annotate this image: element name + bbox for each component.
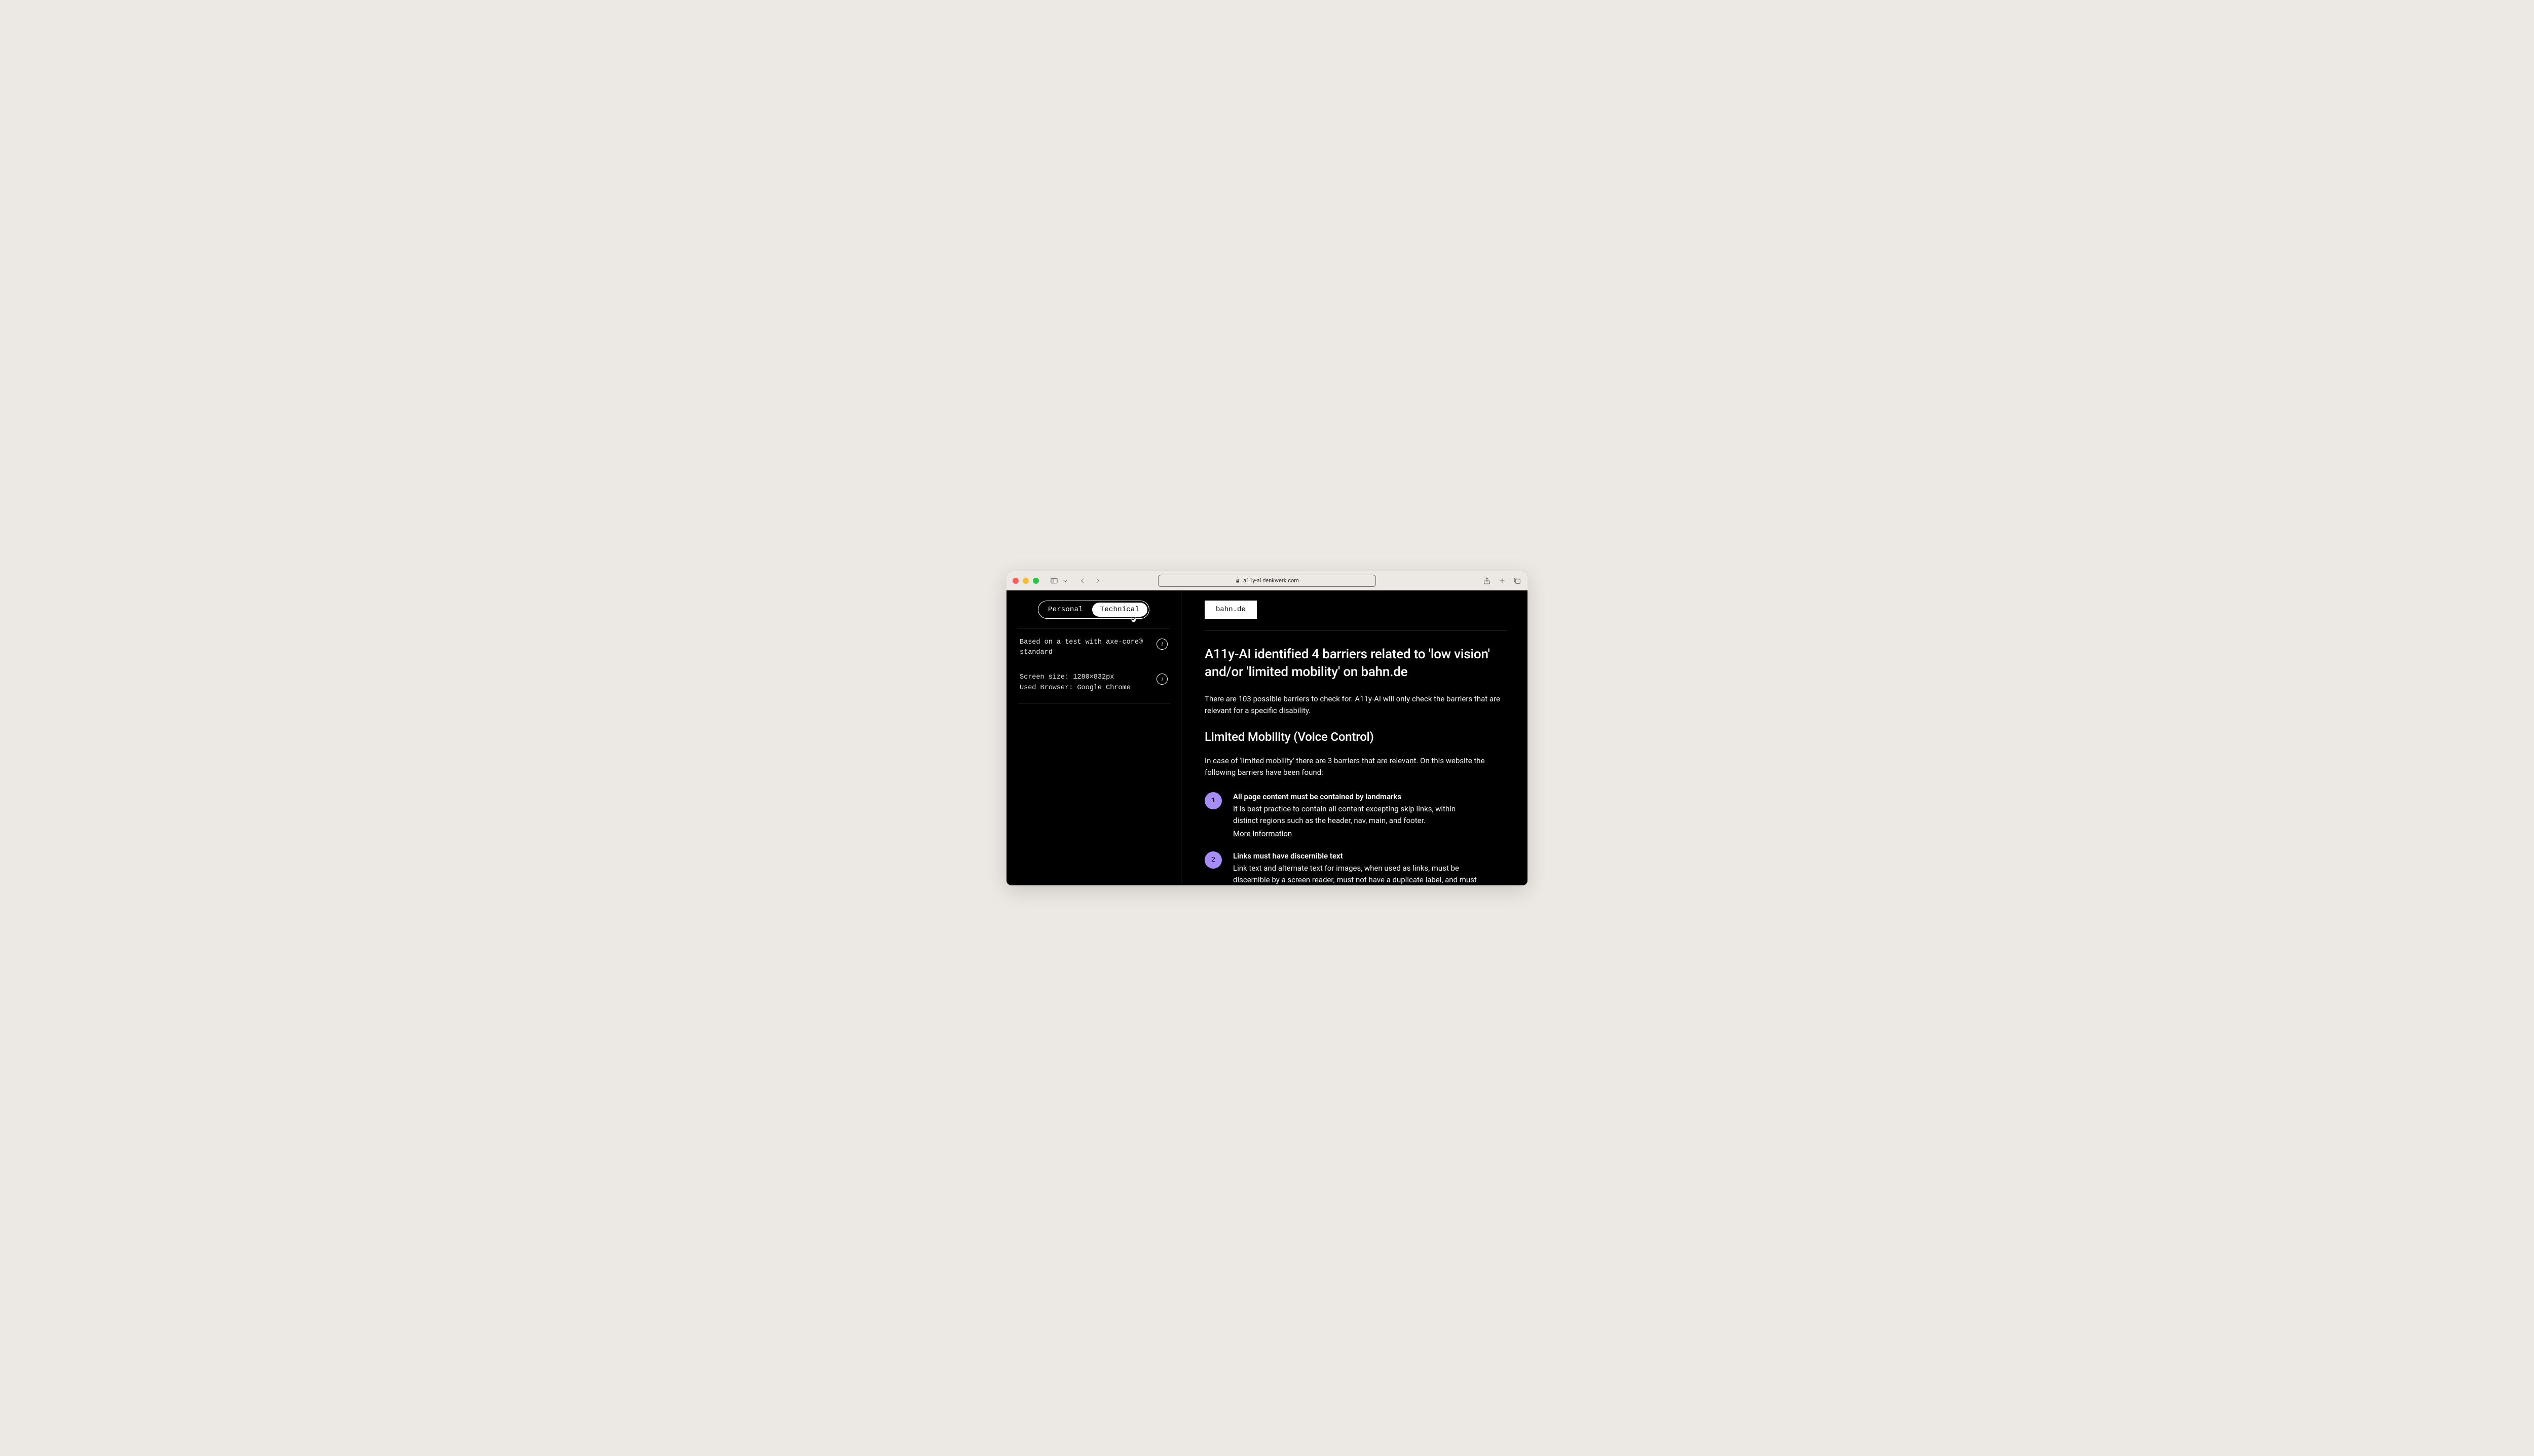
barrier-desc: It is best practice to contain all conte… — [1233, 803, 1481, 827]
barrier-list: 1 All page content must be contained by … — [1205, 792, 1507, 885]
close-window-button[interactable] — [1013, 578, 1019, 584]
env-row: Screen size: 1280×832px Used Browser: Go… — [1018, 667, 1170, 703]
sidebar-toggle-icon[interactable] — [1050, 577, 1058, 585]
page-headline: A11y-AI identified 4 barriers related to… — [1205, 646, 1507, 681]
titlebar-right — [1483, 577, 1521, 585]
tab-technical[interactable]: Technical — [1092, 603, 1147, 617]
tab-personal[interactable]: Personal — [1040, 603, 1091, 617]
barrier-title: All page content must be contained by la… — [1233, 792, 1481, 801]
cursor-pointer-icon — [1129, 614, 1138, 623]
env-browser: Used Browser: Google Chrome — [1020, 683, 1131, 694]
share-icon[interactable] — [1483, 577, 1491, 585]
env-screen-size: Screen size: 1280×832px — [1020, 673, 1131, 683]
url-text: a11y-ai.denkwerk.com — [1243, 577, 1299, 584]
zoom-window-button[interactable] — [1033, 578, 1039, 584]
section-title: Limited Mobility (Voice Control) — [1205, 730, 1507, 744]
barrier-title: Links must have discernible text — [1233, 851, 1481, 861]
page-content: Personal Technical Based on a test with … — [1007, 590, 1527, 885]
tabs-overview-icon[interactable] — [1513, 577, 1521, 585]
barrier-number: 1 — [1205, 792, 1222, 809]
more-information-link[interactable]: More Information — [1233, 829, 1292, 838]
view-toggle: Personal Technical — [1038, 601, 1149, 619]
back-button[interactable] — [1078, 577, 1087, 585]
barrier-number: 2 — [1205, 851, 1222, 869]
test-basis-text: Based on a test with axe-core® standard — [1020, 638, 1149, 659]
barrier-item: 2 Links must have discernible text Link … — [1205, 851, 1507, 885]
sidebar-controls — [1050, 577, 1069, 585]
urlbar-wrap: a11y-ai.denkwerk.com — [1158, 575, 1376, 587]
section-intro: In case of 'limited mobility' there are … — [1205, 755, 1507, 779]
forward-button[interactable] — [1094, 577, 1102, 585]
info-button-test-basis[interactable]: i — [1157, 639, 1168, 650]
info-button-env[interactable]: i — [1157, 674, 1168, 685]
barrier-item: 1 All page content must be contained by … — [1205, 792, 1507, 839]
sidebar: Personal Technical Based on a test with … — [1007, 590, 1181, 885]
new-tab-icon[interactable] — [1498, 577, 1506, 585]
chevron-down-icon[interactable] — [1061, 577, 1069, 585]
titlebar: a11y-ai.denkwerk.com — [1007, 571, 1527, 590]
intro-paragraph: There are 103 possible barriers to check… — [1205, 693, 1507, 717]
test-basis-row: Based on a test with axe-core® standard … — [1018, 628, 1170, 668]
barrier-desc: Link text and alternate text for images,… — [1233, 863, 1481, 885]
traffic-lights — [1013, 578, 1039, 584]
site-chip[interactable]: bahn.de — [1205, 601, 1257, 619]
browser-window: a11y-ai.denkwerk.com Personal Technical — [1007, 571, 1527, 885]
minimize-window-button[interactable] — [1023, 578, 1029, 584]
url-bar[interactable]: a11y-ai.denkwerk.com — [1158, 575, 1376, 587]
nav-arrows — [1078, 577, 1102, 585]
env-text: Screen size: 1280×832px Used Browser: Go… — [1020, 673, 1131, 694]
lock-icon — [1235, 578, 1240, 583]
main: bahn.de A11y-AI identified 4 barriers re… — [1181, 590, 1527, 885]
